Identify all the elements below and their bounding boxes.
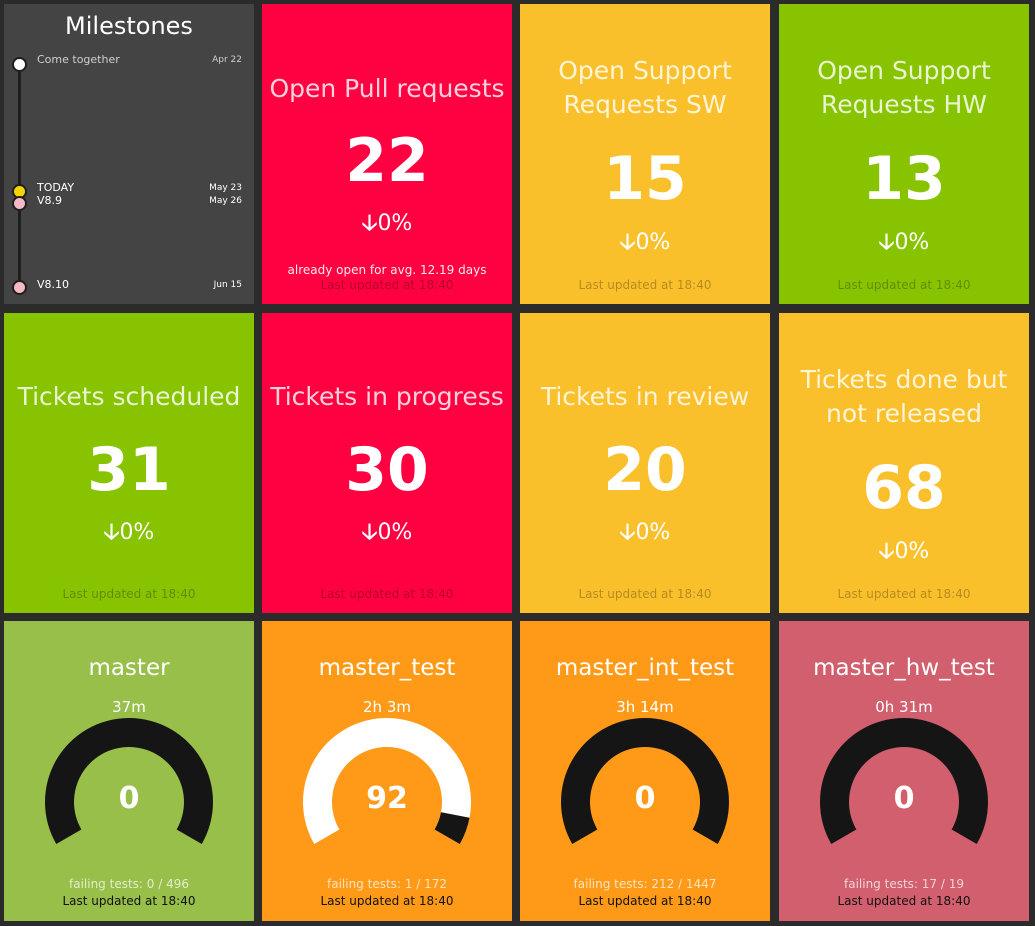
widget-value: 15: [603, 144, 687, 214]
milestone-dot-icon: [12, 196, 27, 211]
arrow-down-icon: 🡣: [878, 539, 895, 564]
widget-value: 13: [862, 144, 946, 214]
master-int-test-build-widget: master_int_test 3h 14m 0 failing tests: …: [520, 621, 770, 921]
milestone-label: V8.9: [37, 194, 63, 207]
milestones-widget: Milestones Come together Apr 22 TODAY Ma…: [4, 4, 254, 304]
widget-title: Open Support Requests SW: [558, 56, 732, 119]
updated-at: Last updated at 18:40: [320, 894, 454, 908]
milestone-label: TODAY: [37, 181, 75, 194]
updated-at: Last updated at 18:40: [62, 587, 196, 601]
widget-title: Tickets done but not released: [800, 365, 1008, 428]
failing-tests: failing tests: 0 / 496: [69, 877, 189, 891]
change-value: 0%: [119, 520, 155, 545]
milestone-label: Come together: [37, 53, 120, 66]
failing-tests: failing tests: 212 / 1447: [573, 877, 717, 891]
updated-at: Last updated at 18:40: [62, 894, 196, 908]
widget-title: master_int_test: [555, 655, 735, 681]
updated-at: Last updated at 18:40: [837, 587, 971, 601]
change-value: 0%: [635, 230, 671, 255]
milestone-date: May 23: [209, 183, 242, 193]
build-duration: 0h 31m: [875, 698, 933, 716]
milestone-dot-icon: [12, 57, 27, 72]
tickets-in-review-widget: Tickets in review 20 🡣0% Last updated at…: [520, 313, 770, 613]
master-test-build-widget: master_test 2h 3m 92 failing tests: 1 / …: [262, 621, 512, 921]
change-value: 0%: [894, 230, 930, 255]
widget-title: master_test: [318, 655, 456, 681]
build-duration: 37m: [112, 698, 146, 716]
updated-at: Last updated at 18:40: [837, 278, 971, 292]
change-value: 0%: [377, 211, 413, 236]
milestone-date: May 26: [209, 196, 242, 206]
updated-at: Last updated at 18:40: [578, 894, 712, 908]
milestone-date: Apr 22: [212, 55, 242, 65]
widget-title: master_hw_test: [813, 655, 995, 681]
open-support-requests-hw-widget: Open Support Requests HW 13 🡣0% Last upd…: [779, 4, 1029, 304]
timeline-line: [18, 64, 21, 292]
milestone-date: Jun 15: [213, 280, 242, 290]
widget-title: Open Support Requests HW: [817, 56, 991, 119]
widget-value: 22: [345, 126, 429, 196]
widget-change: 🡣0%: [779, 225, 1029, 263]
updated-at: Last updated at 18:40: [578, 278, 712, 292]
widget-change: 🡣0%: [520, 225, 770, 263]
open-support-requests-sw-widget: Open Support Requests SW 15 🡣0% Last upd…: [520, 4, 770, 304]
milestone-dot-icon: [12, 280, 27, 295]
change-value: 0%: [894, 539, 930, 564]
widget-title: master: [88, 655, 170, 681]
master-hw-test-build-widget: master_hw_test 0h 31m 0 failing tests: 1…: [779, 621, 1029, 921]
widget-title: Tickets in progress: [270, 382, 504, 411]
tickets-done-not-released-widget: Tickets done but not released 68 🡣0% Las…: [779, 313, 1029, 613]
updated-at: Last updated at 18:40: [320, 587, 454, 601]
open-pull-requests-widget: Open Pull requests 22 🡣0% already open f…: [262, 4, 512, 304]
tickets-in-progress-widget: Tickets in progress 30 🡣0% Last updated …: [262, 313, 512, 613]
master-build-widget: master 37m 0 failing tests: 0 / 496 Last…: [4, 621, 254, 921]
tickets-scheduled-widget: Tickets scheduled 31 🡣0% Last updated at…: [4, 313, 254, 613]
gauge-value: 0: [893, 781, 915, 816]
widget-change: 🡣0%: [779, 534, 1029, 572]
widget-title: Open Pull requests: [269, 74, 505, 103]
widget-value: 20: [603, 435, 687, 505]
arrow-down-icon: 🡣: [103, 520, 120, 545]
gauge-value: 0: [118, 781, 140, 816]
gauge-value: 0: [634, 781, 656, 816]
arrow-down-icon: 🡣: [878, 230, 895, 255]
build-duration: 3h 14m: [616, 698, 674, 716]
widget-value: 68: [862, 453, 946, 523]
widget-change: 🡣0%: [4, 515, 254, 553]
build-duration: 2h 3m: [363, 698, 411, 716]
gauge-track: [434, 812, 470, 844]
widget-value: 30: [345, 435, 429, 505]
widget-value: 31: [87, 435, 171, 505]
widget-change: 🡣0%: [262, 206, 512, 244]
arrow-down-icon: 🡣: [619, 520, 636, 545]
more-info: already open for avg. 12.19 days: [287, 263, 487, 277]
widget-change: 🡣0%: [262, 515, 512, 553]
arrow-down-icon: 🡣: [361, 211, 378, 236]
widget-change: 🡣0%: [520, 515, 770, 553]
gauge-value: 92: [366, 781, 408, 816]
updated-at: Last updated at 18:40: [320, 278, 454, 292]
widget-title: Tickets in review: [540, 382, 750, 411]
change-value: 0%: [377, 520, 413, 545]
updated-at: Last updated at 18:40: [837, 894, 971, 908]
milestones-title: Milestones: [65, 12, 193, 40]
arrow-down-icon: 🡣: [361, 520, 378, 545]
updated-at: Last updated at 18:40: [578, 587, 712, 601]
arrow-down-icon: 🡣: [619, 230, 636, 255]
widget-title: Tickets scheduled: [17, 382, 241, 411]
milestone-label: V8.10: [37, 278, 70, 291]
failing-tests: failing tests: 1 / 172: [327, 877, 447, 891]
failing-tests: failing tests: 17 / 19: [844, 877, 964, 891]
change-value: 0%: [635, 520, 671, 545]
